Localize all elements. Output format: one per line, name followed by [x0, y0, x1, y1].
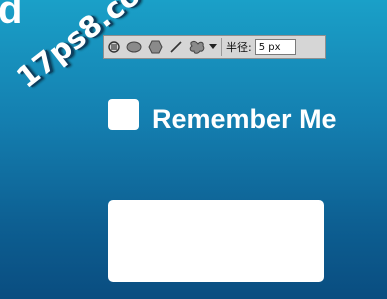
- polygon-tool-icon[interactable]: [144, 36, 166, 58]
- shape-tool-options-bar: 半径:: [103, 35, 326, 59]
- line-tool-icon[interactable]: [166, 36, 186, 58]
- remember-me-checkbox[interactable]: [108, 99, 139, 130]
- radius-input[interactable]: [254, 39, 296, 55]
- white-rounded-panel: [108, 200, 324, 282]
- rectangle-tool-icon[interactable]: [104, 36, 124, 58]
- radius-label: 半径:: [226, 41, 252, 54]
- custom-shape-tool-icon[interactable]: [186, 36, 208, 58]
- rounded-rectangle-tool-icon[interactable]: [124, 36, 144, 58]
- remember-me-label: Remember Me: [152, 104, 337, 134]
- toolbar-divider: [221, 38, 222, 56]
- shape-dropdown-arrow-icon[interactable]: [208, 36, 218, 58]
- corner-heading-fragment: d: [0, 0, 23, 32]
